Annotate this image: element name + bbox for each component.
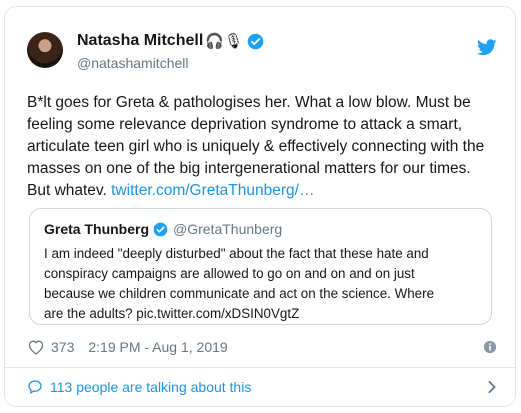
quoted-text-line: conspiracy campaigns are allowed to go o… [44,266,415,281]
quoted-text-line: I am indeed "deeply disturbed" about the… [44,246,429,261]
conversation-footer[interactable]: 113 people are talking about this [27,373,497,401]
twitter-bird-icon[interactable] [477,39,497,56]
author-display-name[interactable]: Natasha Mitchell [77,32,203,50]
speech-bubble-icon [28,380,42,394]
quoted-author-name[interactable]: Greta Thunberg [44,221,149,237]
tweet-timestamp[interactable]: 2:19 PM - Aug 1, 2019 [88,339,227,355]
conversation-label[interactable]: 113 people are talking about this [50,379,251,395]
tweet-text-prefix: But whatev. [27,182,112,199]
quoted-author-handle[interactable]: @GretaThunberg [173,221,282,237]
quoted-text-line: are the adults? pic.twitter.com/xDSIN0Vg… [44,306,300,321]
tweet-header: Natasha Mitchell 🎧🎙 @natashamitchell [5,7,515,77]
tweet-text-line: masses on one of the big intergeneration… [27,160,471,177]
heart-icon[interactable] [27,339,45,355]
chevron-right-icon[interactable] [487,380,497,394]
verified-badge-icon [247,33,264,49]
footer-divider [5,367,515,368]
like-count[interactable]: 373 [51,339,74,355]
quoted-text-line: because we children communicate and act … [44,286,435,301]
info-icon[interactable] [483,340,497,354]
quoted-author-row[interactable]: Greta Thunberg @GretaThunberg [44,221,282,237]
tweet-text: B*lt goes for Greta & pathologises her. … [27,92,507,202]
author-name-row[interactable]: Natasha Mitchell 🎧🎙 [77,32,264,50]
verified-badge-icon [153,222,168,236]
tweet-meta: 373 2:19 PM - Aug 1, 2019 [27,337,497,357]
tweet-text-line: But whatev. twitter.com/GretaThunberg/… [27,180,507,202]
tweet-card: Natasha Mitchell 🎧🎙 @natashamitchell B*l… [4,6,516,407]
author-name-emoji: 🎧🎙 [205,32,243,50]
quoted-tweet[interactable]: Greta Thunberg @GretaThunberg I am indee… [29,208,492,325]
avatar[interactable] [27,32,63,68]
quoted-tweet-text: I am indeed "deeply disturbed" about the… [44,244,484,324]
tweet-text-line: feeling some relevance deprivation syndr… [27,116,463,133]
tweet-text-line: articulate teen girl who is uniquely & e… [27,138,485,155]
author-handle[interactable]: @natashamitchell [77,55,189,71]
tweet-link[interactable]: twitter.com/GretaThunberg/… [111,182,314,199]
tweet-text-line: B*lt goes for Greta & pathologises her. … [27,94,471,111]
